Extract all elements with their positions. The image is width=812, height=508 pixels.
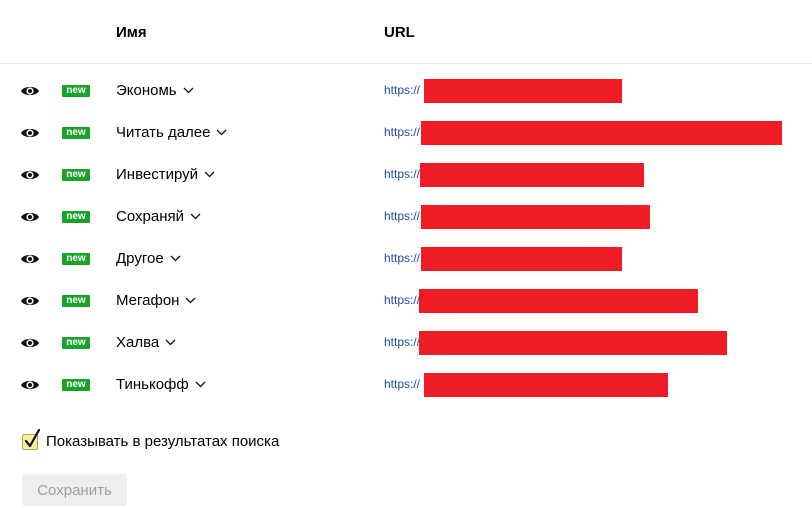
chevron-down-icon [170,255,181,262]
redaction-block [424,373,668,397]
eye-icon[interactable] [20,335,40,351]
redaction-block [421,121,782,145]
redaction-block [424,79,622,103]
row-url-link[interactable]: https:// [384,167,420,181]
table-row: new Сохраняй https:// [0,196,812,238]
row-name-label: Сохраняй [116,208,184,225]
redaction-block [419,289,698,313]
chevron-down-icon [195,381,206,388]
row-name-label: Экономь [116,82,177,99]
checkmark-icon [24,428,41,447]
table-row: new Инвестируй https:// [0,154,812,196]
row-url-link[interactable]: https:// [384,377,420,391]
row-name-dropdown[interactable]: Другое [116,250,181,267]
save-button[interactable]: Сохранить [22,474,127,506]
new-badge: new [62,85,90,97]
row-name-dropdown[interactable]: Читать далее [116,124,227,141]
table-row: new Другое https:// [0,238,812,280]
eye-icon[interactable] [20,125,40,141]
new-badge: new [62,379,90,391]
column-header-url: URL [384,24,415,41]
row-name-label: Инвестируй [116,166,199,183]
row-name-dropdown[interactable]: Экономь [116,82,194,99]
eye-icon[interactable] [20,293,40,309]
redaction-block [421,247,622,271]
row-name-dropdown[interactable]: Сохраняй [116,208,201,225]
chevron-down-icon [183,87,194,94]
row-name-dropdown[interactable]: Тинькофф [116,376,206,393]
new-badge: new [62,295,90,307]
table-row: new Тинькофф https:// [0,364,812,406]
row-url-link[interactable]: https:// [384,209,420,223]
table-row: new Халва https:// [0,322,812,364]
row-url-link[interactable]: https:// [384,125,420,139]
row-name-dropdown[interactable]: Мегафон [116,292,196,309]
eye-icon[interactable] [20,83,40,99]
new-badge: new [62,253,90,265]
row-name-label: Читать далее [116,124,211,141]
row-url-link[interactable]: https:// [384,251,420,265]
new-badge: new [62,337,90,349]
redaction-block [420,163,644,187]
row-name-dropdown[interactable]: Халва [116,334,176,351]
eye-icon[interactable] [20,167,40,183]
new-badge: new [62,211,90,223]
chevron-down-icon [217,129,227,136]
row-name-label: Мегафон [116,292,180,309]
show-in-search-option[interactable]: Показывать в результатах поиска [22,428,280,450]
new-badge: new [62,127,90,139]
table-row: new Читать далее https:// [0,112,812,154]
row-url-link[interactable]: https:// [384,293,420,307]
row-name-dropdown[interactable]: Инвестируй [116,166,215,183]
show-in-search-label: Показывать в результатах поиска [46,433,280,450]
table-row: new Мегафон https:// [0,280,812,322]
chevron-down-icon [165,339,176,346]
redaction-block [419,331,727,355]
row-name-label: Халва [116,334,160,351]
chevron-down-icon [186,297,196,304]
redaction-block [421,205,650,229]
chevron-down-icon [190,213,201,220]
show-in-search-checkbox[interactable] [22,428,41,450]
new-badge: new [62,169,90,181]
row-url-link[interactable]: https:// [384,335,420,349]
table-row: new Экономь https:// [0,70,812,112]
eye-icon[interactable] [20,251,40,267]
column-header-name: Имя [116,24,147,41]
eye-icon[interactable] [20,209,40,225]
row-name-label: Тинькофф [116,376,189,393]
row-url-link[interactable]: https:// [384,83,420,97]
row-name-label: Другое [116,250,164,267]
table-header: Имя URL [0,0,812,64]
eye-icon[interactable] [20,377,40,393]
chevron-down-icon [204,171,215,178]
